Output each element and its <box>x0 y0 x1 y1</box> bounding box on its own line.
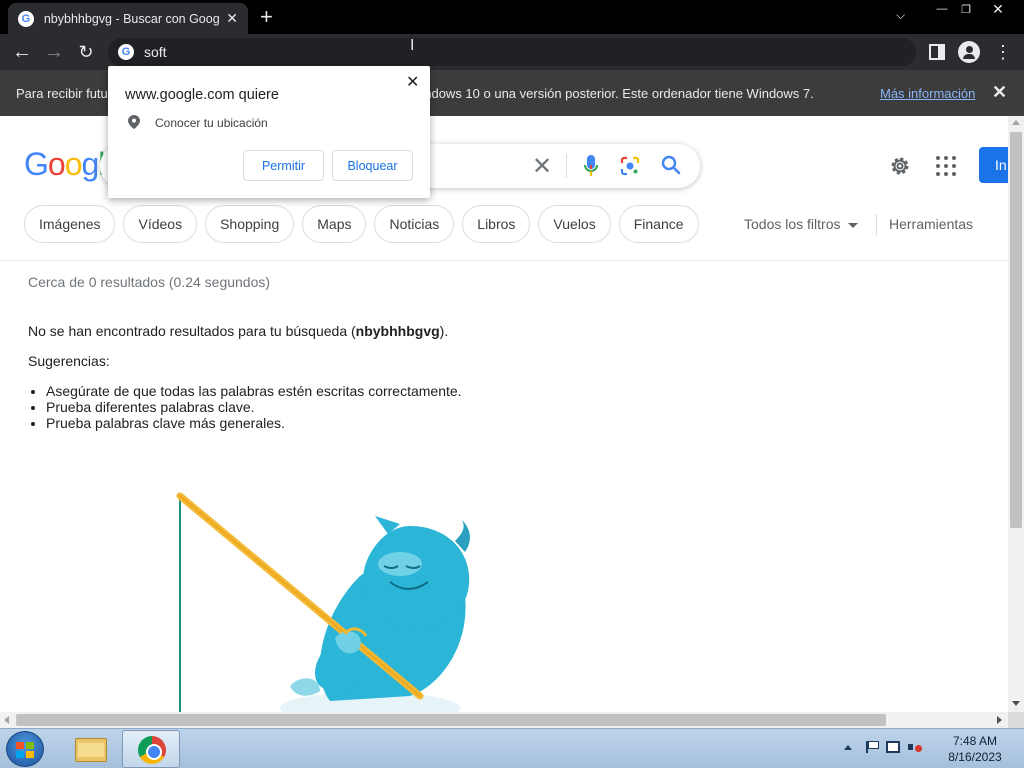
tab-search-chevron-icon[interactable]: ⌵ <box>896 8 905 23</box>
file-explorer-taskbar-icon[interactable] <box>66 730 116 768</box>
chip-images[interactable]: Imágenes <box>24 205 116 243</box>
search-divider <box>566 154 567 178</box>
google-lens-icon[interactable] <box>620 156 640 176</box>
clear-search-icon[interactable]: ✕ <box>532 152 552 181</box>
microphone-icon[interactable] <box>584 154 598 178</box>
suggestions-list: Asegúrate de que todas las palabras esté… <box>46 383 462 431</box>
google-search-icon: G <box>118 44 134 60</box>
horizontal-scrollbar[interactable] <box>0 712 1008 728</box>
chip-shopping[interactable]: Shopping <box>205 205 295 243</box>
settings-gear-icon[interactable] <box>888 154 912 178</box>
chip-finance[interactable]: Finance <box>618 205 699 243</box>
chip-videos[interactable]: Vídeos <box>123 205 198 243</box>
infobar-more-info-link[interactable]: Más información <box>880 86 975 101</box>
tab-title: nbybhhbgvg - Buscar con Google <box>43 11 221 26</box>
scroll-right-arrow-icon[interactable] <box>997 716 1002 724</box>
desktop-screen: G nbybhhbgvg - Buscar con Google ✕ + ⌵ —… <box>0 0 1024 768</box>
fishing-monster-illustration <box>176 492 470 712</box>
system-tray <box>844 741 922 753</box>
forward-arrow-icon[interactable]: → <box>39 34 69 70</box>
infobar-close-icon[interactable]: ✕ <box>992 82 1007 103</box>
window-close-button[interactable]: ✕ <box>982 0 1014 18</box>
reload-icon[interactable]: ↻ <box>71 34 101 70</box>
block-button[interactable]: Bloquear <box>332 150 413 181</box>
action-center-flag-icon[interactable] <box>866 741 879 753</box>
start-button[interactable] <box>6 731 44 767</box>
chip-maps[interactable]: Maps <box>302 205 367 243</box>
list-item: Prueba palabras clave más generales. <box>46 415 462 431</box>
clock-date: 8/16/2023 <box>948 750 1002 764</box>
list-item: Asegúrate de que todas las palabras esté… <box>46 383 462 399</box>
browser-toolbar: ← → ↻ G I ⋮ <box>0 34 1024 70</box>
scroll-down-arrow-icon[interactable] <box>1012 701 1020 706</box>
permission-description: Conocer tu ubicación <box>155 116 268 130</box>
search-magnifier-icon[interactable] <box>660 154 682 176</box>
popup-close-icon[interactable]: ✕ <box>406 72 419 92</box>
clock-time: 7:48 AM <box>952 734 998 748</box>
address-input[interactable] <box>144 44 844 60</box>
chrome-taskbar-icon[interactable] <box>122 730 180 768</box>
location-permission-popup: ✕ www.google.com quiere Conocer tu ubica… <box>108 66 430 198</box>
chip-books[interactable]: Libros <box>462 205 531 243</box>
location-pin-icon <box>128 115 140 129</box>
no-results-message: No se han encontrado resultados para tu … <box>28 323 449 339</box>
chip-news[interactable]: Noticias <box>374 205 455 243</box>
side-panel-icon[interactable] <box>929 44 945 60</box>
vertical-scroll-thumb[interactable] <box>1010 132 1022 528</box>
tools-button[interactable]: Herramientas <box>889 216 973 232</box>
address-bar[interactable]: G <box>108 38 916 66</box>
profile-avatar-icon[interactable] <box>958 41 980 63</box>
kebab-menu-icon[interactable]: ⋮ <box>994 40 1012 64</box>
scroll-left-arrow-icon[interactable] <box>4 716 9 724</box>
new-tab-button[interactable]: + <box>260 4 273 30</box>
list-item: Prueba diferentes palabras clave. <box>46 399 462 415</box>
google-favicon-icon: G <box>18 10 34 27</box>
taskbar-clock[interactable]: 7:48 AM 8/16/2023 <box>940 733 1010 765</box>
search-category-chips: Imágenes Vídeos Shopping Maps Noticias L… <box>24 205 699 243</box>
dropdown-caret-icon <box>848 222 859 228</box>
google-apps-grid-icon[interactable] <box>936 156 956 176</box>
scroll-up-arrow-icon[interactable] <box>1012 120 1020 125</box>
browser-tab[interactable]: G nbybhhbgvg - Buscar con Google ✕ <box>8 3 248 34</box>
filters-divider <box>876 214 877 236</box>
allow-button[interactable]: Permitir <box>243 150 324 181</box>
result-stats: Cerca de 0 resultados (0.24 segundos) <box>28 274 271 290</box>
window-restore-button[interactable]: ❐ <box>952 0 980 18</box>
volume-muted-icon[interactable] <box>908 741 922 753</box>
chip-flights[interactable]: Vuelos <box>538 205 611 243</box>
query-text: nbybhhbgvg <box>355 323 440 339</box>
horizontal-scroll-thumb[interactable] <box>16 714 886 726</box>
header-separator <box>0 260 1008 261</box>
text-cursor-icon: I <box>410 37 415 54</box>
scrollbar-corner <box>1008 712 1024 728</box>
browser-titlebar: G nbybhhbgvg - Buscar con Google ✕ + ⌵ —… <box>0 0 1024 34</box>
show-hidden-icons-icon[interactable] <box>844 744 852 750</box>
sign-in-button[interactable]: In <box>979 147 1008 183</box>
vertical-scrollbar[interactable] <box>1008 116 1024 712</box>
popup-title: www.google.com quiere <box>125 87 279 103</box>
all-filters-dropdown[interactable]: Todos los filtros <box>744 216 859 232</box>
tab-close-icon[interactable]: ✕ <box>226 10 238 27</box>
suggestions-heading: Sugerencias: <box>28 353 110 369</box>
windows-taskbar: 7:48 AM 8/16/2023 <box>0 728 1024 768</box>
google-results-page: Google ✕ <box>0 116 1008 712</box>
network-icon[interactable] <box>886 741 900 753</box>
back-arrow-icon[interactable]: ← <box>7 34 37 70</box>
